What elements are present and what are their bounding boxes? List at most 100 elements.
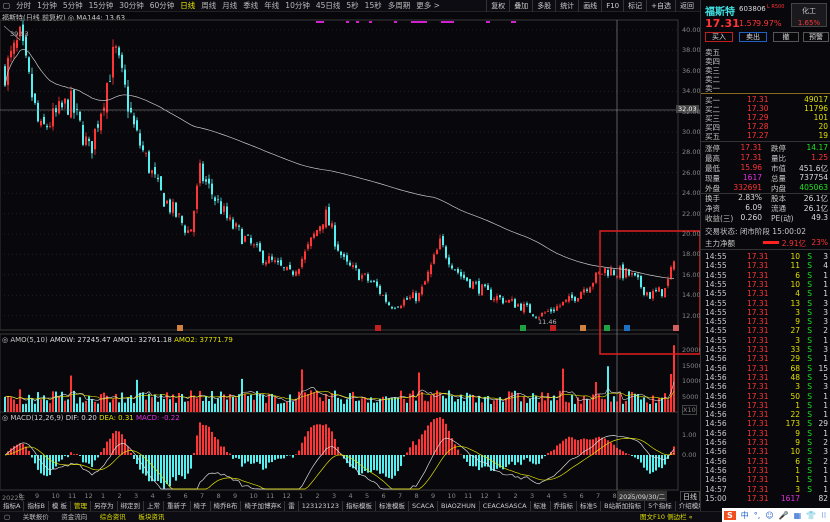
event-mark <box>346 21 349 23</box>
bid-row[interactable]: 买五 17.27 19 <box>705 131 828 141</box>
sector-box[interactable]: 化工 1.65% <box>791 3 827 27</box>
indicator-tab[interactable]: 指标B <box>24 501 49 511</box>
volume-bar <box>34 403 36 412</box>
indicator-tab[interactable]: 乔指标 <box>551 501 578 511</box>
candle-body <box>580 292 582 299</box>
bid-price: 17.31 <box>747 95 769 104</box>
date-tick: 9 <box>629 492 634 500</box>
kline-chart[interactable] <box>0 0 700 501</box>
date-tick: 4 <box>546 492 551 500</box>
ime-item[interactable]: ☺ <box>765 511 773 520</box>
bottom-tab-sector-news[interactable]: 板块资讯 <box>138 513 164 521</box>
indicator-tab[interactable]: 标准 <box>531 501 551 511</box>
volume-bar <box>94 401 96 412</box>
tick-price: 17.31 <box>747 465 769 475</box>
volume-bar <box>13 399 15 412</box>
signal-marker[interactable] <box>177 325 183 331</box>
candle-body <box>544 312 546 314</box>
tick-count: 3 <box>823 298 828 308</box>
bid-row[interactable]: 买一 17.31 49017 <box>705 95 828 105</box>
indicator-tab[interactable]: 123123123 <box>299 501 343 511</box>
ime-item[interactable]: S <box>724 510 736 520</box>
bottom-tab-related-quotes[interactable]: 关联报价 <box>23 513 49 521</box>
date-tick: 10 <box>51 492 60 500</box>
indicator-tab[interactable]: BIAOZHUN <box>438 501 480 511</box>
tick-side: S <box>807 447 812 457</box>
volume-bar <box>97 403 99 412</box>
tick-price: 17.31 <box>747 428 769 438</box>
indicator-tab[interactable]: 重新子 <box>164 501 191 511</box>
cancel-order-button[interactable]: 撤 <box>773 32 799 42</box>
bid-row[interactable]: 买三 17.29 101 <box>705 113 828 123</box>
volume-bar <box>133 403 135 412</box>
signal-marker[interactable] <box>624 325 630 331</box>
volume-bar <box>25 403 27 412</box>
signal-marker[interactable] <box>673 325 679 331</box>
bid-row[interactable]: 买二 17.30 11796 <box>705 104 828 114</box>
ime-item[interactable]: 中 <box>741 510 749 521</box>
tick-count: 5 <box>823 372 828 382</box>
candle-body <box>622 264 624 279</box>
indicator-tab[interactable]: 绑定到 <box>118 501 144 511</box>
volume-bar <box>592 394 594 412</box>
ime-item[interactable]: 👕 <box>806 511 816 520</box>
indicator-tab[interactable]: SCACA <box>409 501 438 511</box>
signal-marker[interactable] <box>520 325 526 331</box>
price-tick: 16.00 <box>682 270 701 279</box>
volume-bar <box>640 399 642 412</box>
indicator-tab[interactable]: CEACASASCA <box>480 501 531 511</box>
indicator-tab[interactable]: 雷 <box>285 501 299 511</box>
candle-body <box>523 303 525 313</box>
indicator-tab[interactable]: 另存为 <box>91 501 118 511</box>
candle-body <box>58 101 60 114</box>
indicator-tab[interactable]: 上常 <box>144 501 164 511</box>
tick-count: 3 <box>823 345 828 354</box>
f10-sidebar-toggle[interactable]: 图文F10 侧边栏 « <box>640 512 693 522</box>
ime-item[interactable]: ⁝⁝ <box>821 511 826 520</box>
ime-item[interactable]: ▦ <box>794 511 802 520</box>
candle-body <box>133 115 135 125</box>
panel-toggle-icon[interactable]: ▢ <box>4 513 10 521</box>
ime-item[interactable]: °, <box>754 511 761 520</box>
sell-button[interactable]: 卖出 <box>739 32 767 42</box>
signal-marker[interactable] <box>604 325 610 331</box>
candle-body <box>46 125 48 128</box>
date-tick: 2 <box>315 492 320 500</box>
event-mark <box>394 21 397 23</box>
signal-marker[interactable] <box>375 325 381 331</box>
indicator-tab[interactable]: 椅子 <box>191 501 211 511</box>
tick-price: 17.31 <box>747 410 769 420</box>
indicator-tab[interactable]: 介绍模版 <box>676 501 700 511</box>
indicator-tab[interactable]: 椅子加博弃K <box>241 501 286 511</box>
candle-body <box>88 138 90 142</box>
volume-bar <box>538 402 540 412</box>
tick-time: 14:56 <box>705 382 727 392</box>
candle-body <box>337 244 339 251</box>
indicator-tab[interactable]: 指标A <box>0 501 25 511</box>
volume-bar <box>520 401 522 412</box>
bid-row[interactable]: 买四 17.28 20 <box>705 122 828 132</box>
indicator-tab[interactable]: 标准模板 <box>376 501 409 511</box>
price-tick: 24.00 <box>682 189 701 198</box>
price-tick: 20.00 <box>682 230 701 238</box>
candle-body <box>265 262 267 265</box>
indicator-tab[interactable]: 模 板 <box>49 501 71 511</box>
volume-bar <box>31 398 33 412</box>
volume-bar <box>658 397 660 412</box>
ime-item[interactable]: 🎤 <box>779 511 789 520</box>
tick-time: 14:55 <box>705 252 727 261</box>
candle-body <box>82 124 84 145</box>
signal-marker[interactable] <box>580 325 586 331</box>
volume-bar <box>493 400 495 412</box>
indicator-tab[interactable]: 管理 <box>71 501 91 511</box>
indicator-tab[interactable]: 5个指标 <box>645 501 676 511</box>
alert-button[interactable]: 预警 <box>803 32 829 42</box>
indicator-tab[interactable]: B站新加指标 <box>601 501 646 511</box>
indicator-tab[interactable]: 指标模板 <box>343 501 376 511</box>
volume-bar <box>196 398 198 412</box>
bottom-tab-fund-flow[interactable]: 资金流向 <box>61 513 87 521</box>
buy-button[interactable]: 买入 <box>705 32 733 42</box>
bottom-tab-news[interactable]: 综合资讯 <box>100 513 126 521</box>
indicator-tab[interactable]: 椅乔B布 <box>211 501 242 511</box>
indicator-tab[interactable]: 标准5 <box>577 501 602 511</box>
